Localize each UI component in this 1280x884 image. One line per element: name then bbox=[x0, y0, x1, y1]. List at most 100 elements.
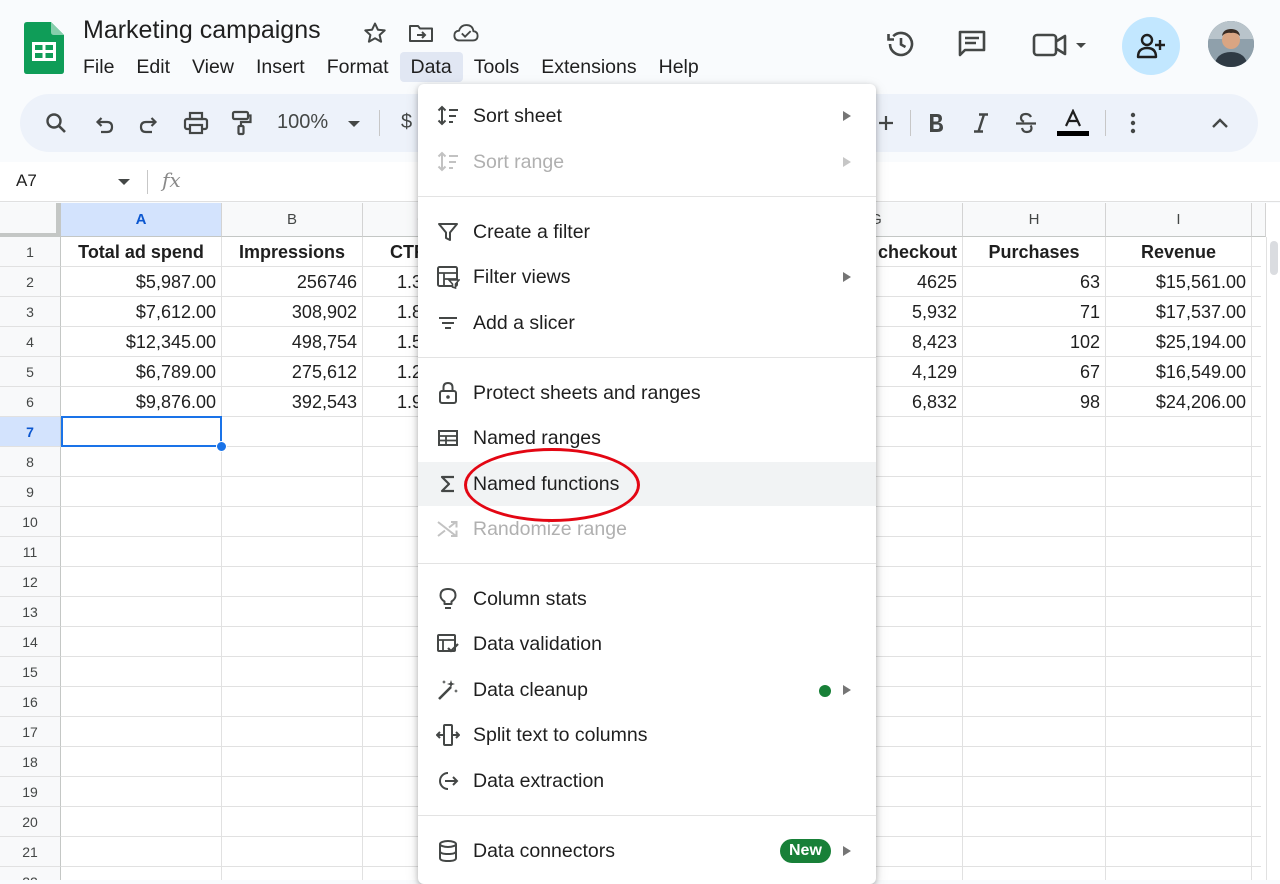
meet-button[interactable] bbox=[1030, 28, 1092, 62]
cell-a1[interactable]: Total ad spend bbox=[61, 237, 221, 267]
cell-i1[interactable]: Revenue bbox=[1106, 237, 1251, 267]
cell-a4[interactable]: $12,345.00 bbox=[61, 327, 221, 357]
row-header-7[interactable]: 7 bbox=[0, 417, 61, 447]
cell-a2[interactable]: $5,987.00 bbox=[61, 267, 221, 297]
select-all-corner[interactable] bbox=[0, 203, 61, 237]
cell-b6[interactable]: 392,543 bbox=[222, 387, 362, 417]
paint-format-icon[interactable] bbox=[225, 107, 257, 139]
redo-icon[interactable] bbox=[133, 107, 165, 139]
cell-i5[interactable]: $16,549.00 bbox=[1106, 357, 1251, 387]
menu-item-add-slicer[interactable]: Add a slicer bbox=[418, 301, 876, 345]
comments-icon[interactable] bbox=[955, 27, 989, 61]
row-header-14[interactable]: 14 bbox=[0, 627, 61, 657]
row-header-18[interactable]: 18 bbox=[0, 747, 61, 777]
column-header-b[interactable]: B bbox=[222, 203, 363, 237]
move-to-folder-icon[interactable] bbox=[408, 20, 434, 46]
cell-b5[interactable]: 275,612 bbox=[222, 357, 362, 387]
star-icon[interactable] bbox=[362, 20, 388, 46]
cloud-saved-icon[interactable] bbox=[453, 20, 479, 46]
menu-view[interactable]: View bbox=[181, 52, 245, 82]
row-header-6[interactable]: 6 bbox=[0, 387, 61, 417]
menu-item-data-validation[interactable]: Data validation bbox=[418, 622, 876, 666]
menu-tools[interactable]: Tools bbox=[463, 52, 531, 82]
search-icon[interactable] bbox=[40, 107, 72, 139]
row-header-21[interactable]: 21 bbox=[0, 837, 61, 867]
cell-g2[interactable]: 4625 bbox=[862, 267, 962, 297]
undo-icon[interactable] bbox=[88, 107, 120, 139]
menu-item-randomize-range[interactable]: Randomize range bbox=[418, 507, 876, 551]
cell-a3[interactable]: $7,612.00 bbox=[61, 297, 221, 327]
row-header-3[interactable]: 3 bbox=[0, 297, 61, 327]
menu-item-data-cleanup[interactable]: Data cleanup bbox=[418, 668, 876, 712]
row-header-13[interactable]: 13 bbox=[0, 597, 61, 627]
row-header-4[interactable]: 4 bbox=[0, 327, 61, 357]
text-color-icon[interactable] bbox=[1057, 107, 1089, 139]
menu-data[interactable]: Data bbox=[399, 52, 463, 82]
menu-edit[interactable]: Edit bbox=[125, 52, 181, 82]
row-header-8[interactable]: 8 bbox=[0, 447, 61, 477]
cell-h1[interactable]: Purchases bbox=[963, 237, 1105, 267]
cell-a6[interactable]: $9,876.00 bbox=[61, 387, 221, 417]
cell-g1[interactable]: checkout bbox=[862, 237, 962, 267]
cell-h2[interactable]: 63 bbox=[963, 267, 1105, 297]
italic-icon[interactable] bbox=[965, 107, 997, 139]
cell-g3[interactable]: 5,932 bbox=[862, 297, 962, 327]
menu-item-sort-sheet[interactable]: Sort sheet bbox=[418, 94, 876, 138]
cell-i2[interactable]: $15,561.00 bbox=[1106, 267, 1251, 297]
menu-item-split-text[interactable]: Split text to columns bbox=[418, 713, 876, 757]
row-header-5[interactable]: 5 bbox=[0, 357, 61, 387]
menu-item-data-connectors[interactable]: Data connectors New bbox=[418, 829, 876, 873]
menu-extensions[interactable]: Extensions bbox=[530, 52, 647, 82]
menu-file[interactable]: File bbox=[72, 52, 125, 82]
menu-help[interactable]: Help bbox=[648, 52, 710, 82]
row-header-19[interactable]: 19 bbox=[0, 777, 61, 807]
row-header-20[interactable]: 20 bbox=[0, 807, 61, 837]
cell-i4[interactable]: $25,194.00 bbox=[1106, 327, 1251, 357]
row-header-16[interactable]: 16 bbox=[0, 687, 61, 717]
row-header-9[interactable]: 9 bbox=[0, 477, 61, 507]
zoom-select[interactable]: 100% bbox=[277, 111, 328, 134]
row-header-11[interactable]: 11 bbox=[0, 537, 61, 567]
cell-a5[interactable]: $6,789.00 bbox=[61, 357, 221, 387]
menu-item-data-extraction[interactable]: Data extraction bbox=[418, 759, 876, 803]
cell-h6[interactable]: 98 bbox=[963, 387, 1105, 417]
cell-h4[interactable]: 102 bbox=[963, 327, 1105, 357]
menu-item-create-filter[interactable]: Create a filter bbox=[418, 210, 876, 254]
menu-format[interactable]: Format bbox=[316, 52, 400, 82]
cell-g4[interactable]: 8,423 bbox=[862, 327, 962, 357]
bold-icon[interactable] bbox=[920, 107, 952, 139]
menu-item-sort-range[interactable]: Sort range bbox=[418, 140, 876, 184]
scrollbar-thumb[interactable] bbox=[1270, 241, 1278, 275]
menu-item-named-ranges[interactable]: Named ranges bbox=[418, 416, 876, 460]
collapse-toolbar-icon[interactable] bbox=[1204, 107, 1236, 139]
active-cell-a7[interactable] bbox=[61, 416, 222, 447]
cell-b4[interactable]: 498,754 bbox=[222, 327, 362, 357]
cell-i3[interactable]: $17,537.00 bbox=[1106, 297, 1251, 327]
row-header-17[interactable]: 17 bbox=[0, 717, 61, 747]
column-header-i[interactable]: I bbox=[1106, 203, 1252, 237]
cell-g6[interactable]: 6,832 bbox=[862, 387, 962, 417]
column-header-next[interactable] bbox=[1252, 203, 1266, 237]
row-header-12[interactable]: 12 bbox=[0, 567, 61, 597]
currency-format-button[interactable]: $ bbox=[401, 111, 412, 134]
print-icon[interactable] bbox=[180, 107, 212, 139]
name-box-dropdown-icon[interactable] bbox=[118, 179, 130, 185]
cell-b3[interactable]: 308,902 bbox=[222, 297, 362, 327]
cell-g5[interactable]: 4,129 bbox=[862, 357, 962, 387]
row-header-10[interactable]: 10 bbox=[0, 507, 61, 537]
cell-b2[interactable]: 256746 bbox=[222, 267, 362, 297]
menu-insert[interactable]: Insert bbox=[245, 52, 316, 82]
row-header-2[interactable]: 2 bbox=[0, 267, 61, 297]
version-history-icon[interactable] bbox=[883, 26, 919, 62]
share-button[interactable] bbox=[1122, 17, 1180, 75]
row-header-1[interactable]: 1 bbox=[0, 237, 61, 267]
document-title[interactable]: Marketing campaigns bbox=[83, 16, 321, 45]
vertical-scrollbar[interactable] bbox=[1266, 237, 1280, 880]
column-header-h[interactable]: H bbox=[963, 203, 1106, 237]
zoom-dropdown-icon[interactable] bbox=[348, 121, 360, 127]
menu-item-column-stats[interactable]: Column stats bbox=[418, 577, 876, 621]
menu-item-protect-sheets[interactable]: Protect sheets and ranges bbox=[418, 371, 876, 415]
cell-b1[interactable]: Impressions bbox=[222, 237, 362, 267]
menu-item-filter-views[interactable]: Filter views bbox=[418, 255, 876, 299]
name-box[interactable]: A7 bbox=[16, 171, 37, 191]
